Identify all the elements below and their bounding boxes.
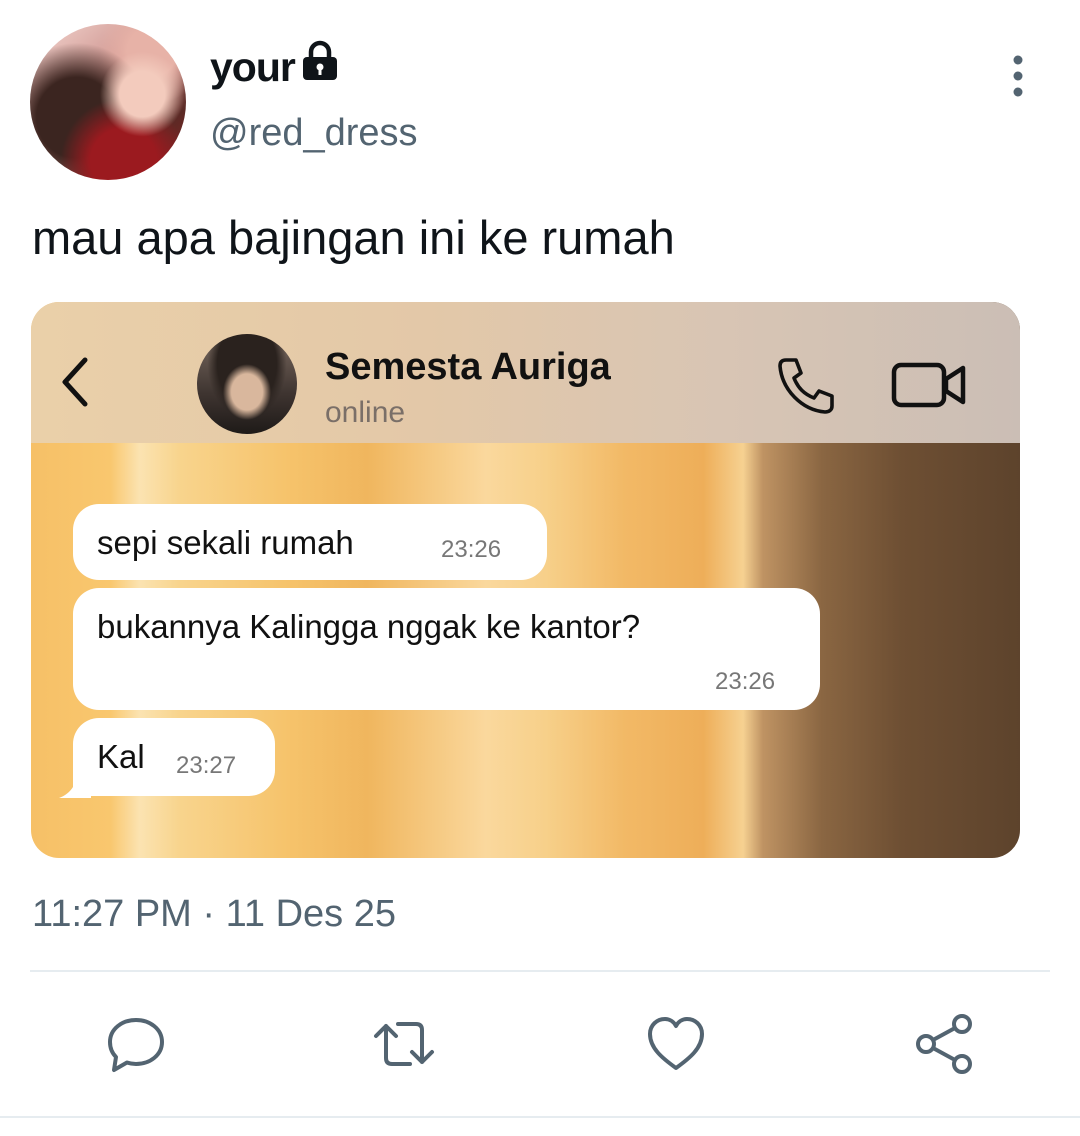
phone-icon xyxy=(778,358,834,414)
message-text: Kal xyxy=(97,738,145,775)
user-avatar[interactable] xyxy=(30,24,186,180)
contact-avatar xyxy=(197,334,297,434)
divider xyxy=(30,970,1050,972)
retweet-icon[interactable] xyxy=(372,1012,436,1076)
chevron-left-icon xyxy=(62,357,88,407)
reply-icon[interactable] xyxy=(104,1012,168,1076)
tweet-text: mau apa bajingan ini ke rumah xyxy=(32,211,675,264)
share-icon[interactable] xyxy=(912,1012,976,1076)
display-name[interactable]: your xyxy=(210,44,296,91)
chat-message: bukannya Kalingga nggak ke kantor? 23:26 xyxy=(73,588,820,710)
chat-header: Semesta Auriga online xyxy=(31,302,1020,443)
heart-icon[interactable] xyxy=(644,1012,708,1076)
message-time: 23:26 xyxy=(441,536,502,563)
tweet-media-image[interactable]: Semesta Auriga online sepi sekali rumah … xyxy=(31,302,1020,858)
more-vertical-icon[interactable] xyxy=(1000,52,1036,100)
contact-status: online xyxy=(325,396,406,429)
tweet-timestamp[interactable]: 11:27 PM · 11 Des 25 xyxy=(32,893,396,936)
chat-message: Kal 23:27 xyxy=(73,718,275,796)
divider xyxy=(0,1116,1080,1118)
video-camera-icon xyxy=(891,362,966,408)
message-text: bukannya Kalingga nggak ke kantor? xyxy=(97,608,641,645)
chat-message: sepi sekali rumah 23:26 xyxy=(73,504,547,580)
user-handle[interactable]: @red_dress xyxy=(210,112,418,155)
message-time: 23:26 xyxy=(715,668,776,695)
contact-name: Semesta Auriga xyxy=(325,346,611,388)
message-time: 23:27 xyxy=(176,752,237,779)
lock-icon xyxy=(303,40,337,80)
message-text: sepi sekali rumah xyxy=(97,524,354,561)
